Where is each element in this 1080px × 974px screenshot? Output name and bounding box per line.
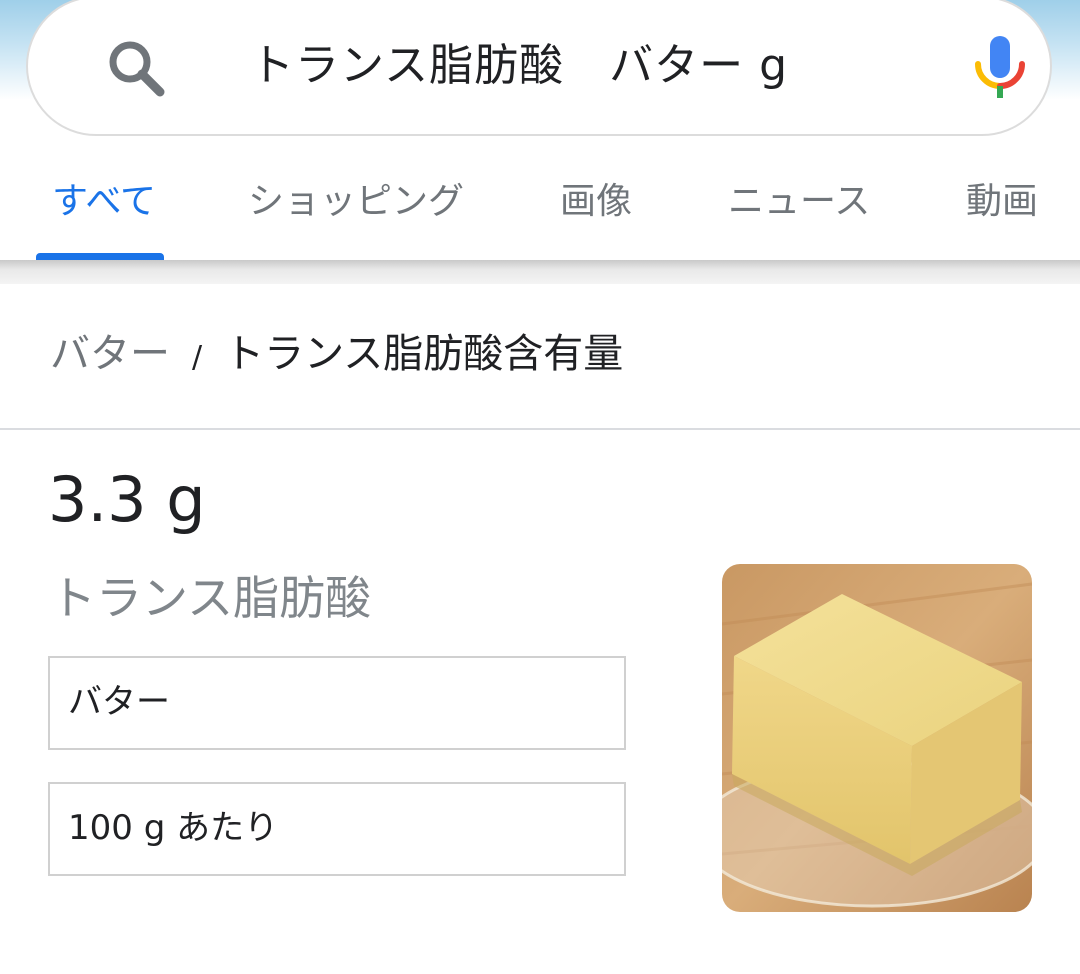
breadcrumb: バター / トランス脂肪酸含有量 [50, 328, 623, 384]
search-box[interactable]: トランス脂肪酸 バター g [26, 0, 1052, 136]
header-shadow [0, 260, 1080, 284]
tab-videos[interactable]: 動画 [966, 180, 1038, 224]
search-icon[interactable] [104, 36, 168, 100]
divider [0, 428, 1080, 430]
tab-images[interactable]: 画像 [560, 180, 632, 224]
tab-shopping[interactable]: ショッピング [248, 180, 464, 224]
food-selector[interactable]: バター [48, 656, 626, 750]
nutrition-card: バター / トランス脂肪酸含有量 3.3 g トランス脂肪酸 バター 100 g あ… [0, 284, 1080, 974]
search-tabs: すべて ショッピング 画像 ニュース 動画 [0, 160, 1080, 260]
breadcrumb-parent[interactable]: バター [50, 331, 170, 377]
unit-selector-value: 100 g あたり [68, 808, 279, 848]
nutrient-value: 3.3 g [48, 463, 206, 536]
header: トランス脂肪酸 バター g すべて ショッピング 画像 ニュース 動画 [0, 0, 1080, 262]
unit-selector[interactable]: 100 g あたり [48, 782, 626, 876]
tab-news[interactable]: ニュース [728, 180, 870, 224]
search-input[interactable]: トランス脂肪酸 バター g [250, 36, 788, 96]
butter-image[interactable] [722, 564, 1032, 912]
active-tab-indicator [36, 253, 164, 260]
tab-all[interactable]: すべて [52, 180, 156, 224]
food-selector-value: バター [68, 682, 170, 722]
breadcrumb-separator: / [192, 340, 203, 375]
breadcrumb-current: トランス脂肪酸含有量 [224, 331, 624, 377]
nutrient-name: トランス脂肪酸 [50, 571, 372, 625]
microphone-icon[interactable] [974, 34, 1026, 98]
